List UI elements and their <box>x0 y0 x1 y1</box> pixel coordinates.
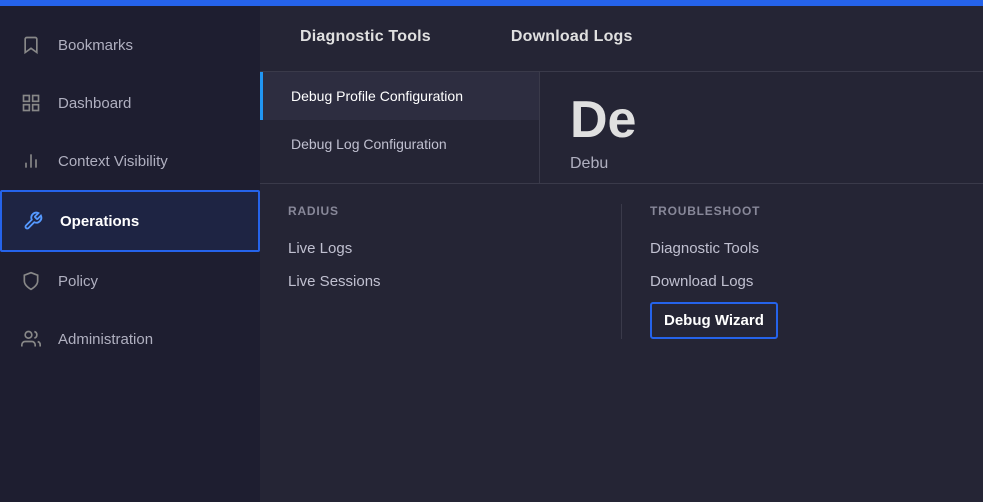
sidebar-item-policy-label: Policy <box>58 273 98 290</box>
tab-download-logs[interactable]: Download Logs <box>471 6 673 71</box>
sidebar-item-operations[interactable]: Operations <box>0 190 260 252</box>
troubleshoot-column: Troubleshoot Diagnostic Tools Download L… <box>622 204 983 339</box>
dropdown-left-column: Debug Profile Configuration Debug Log Co… <box>260 72 540 183</box>
sidebar-item-administration-label: Administration <box>58 331 153 348</box>
top-tabs: Diagnostic Tools Download Logs <box>260 6 983 72</box>
debug-wizard-link[interactable]: Debug Wizard <box>650 302 778 339</box>
sidebar-item-policy[interactable]: Policy <box>0 252 260 310</box>
download-logs-link[interactable]: Download Logs <box>650 265 955 298</box>
administration-icon <box>20 328 42 350</box>
bottom-section: RADIUS Live Logs Live Sessions Troublesh… <box>260 183 983 359</box>
dropdown-item-debug-log[interactable]: Debug Log Configuration <box>260 120 539 168</box>
diagnostic-tools-link[interactable]: Diagnostic Tools <box>650 232 955 265</box>
dashboard-icon <box>20 92 42 114</box>
content-area: Diagnostic Tools Download Logs Debug Pro… <box>260 6 983 502</box>
right-big-text: De <box>570 82 953 149</box>
policy-icon <box>20 270 42 292</box>
dropdown-right-column: De Debu <box>540 72 983 183</box>
bookmark-icon <box>20 34 42 56</box>
radius-header: RADIUS <box>288 204 593 218</box>
sidebar-item-administration[interactable]: Administration <box>0 310 260 368</box>
sidebar-item-dashboard[interactable]: Dashboard <box>0 74 260 132</box>
operations-icon <box>22 210 44 232</box>
troubleshoot-header: Troubleshoot <box>650 204 955 218</box>
sidebar: Bookmarks Dashboard Context Visibility <box>0 6 260 502</box>
live-logs-link[interactable]: Live Logs <box>288 232 593 265</box>
sidebar-item-dashboard-label: Dashboard <box>58 95 131 112</box>
tab-diagnostic-tools[interactable]: Diagnostic Tools <box>260 6 471 71</box>
dropdown-panel: Debug Profile Configuration Debug Log Co… <box>260 72 983 183</box>
context-visibility-icon <box>20 150 42 172</box>
dropdown-item-debug-profile[interactable]: Debug Profile Configuration <box>260 72 539 120</box>
sidebar-item-bookmarks-label: Bookmarks <box>58 37 133 54</box>
sidebar-item-bookmarks[interactable]: Bookmarks <box>0 16 260 74</box>
radius-column: RADIUS Live Logs Live Sessions <box>260 204 621 339</box>
sidebar-item-context-visibility-label: Context Visibility <box>58 153 168 170</box>
sidebar-item-context-visibility[interactable]: Context Visibility <box>0 132 260 190</box>
right-sub-text: Debu <box>570 149 953 173</box>
sidebar-item-operations-label: Operations <box>60 213 139 230</box>
live-sessions-link[interactable]: Live Sessions <box>288 265 593 298</box>
